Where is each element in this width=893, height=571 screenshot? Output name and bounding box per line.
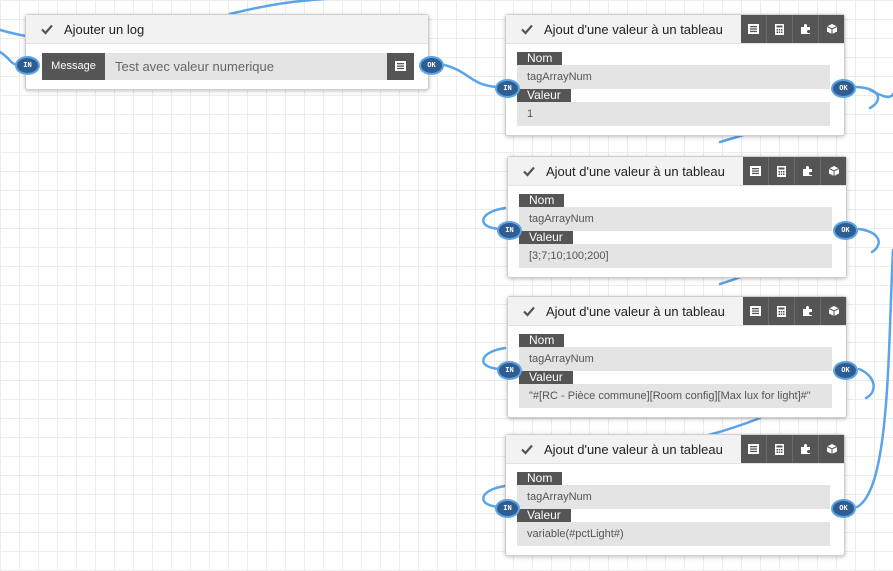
wire-log-to-node1 <box>438 62 500 89</box>
array-node-2-ok-port[interactable]: OK <box>833 221 858 240</box>
list-button[interactable] <box>743 297 768 325</box>
array-node-title: Ajout d'une valeur à un tableau <box>544 21 723 37</box>
list-icon <box>750 306 761 316</box>
value-input[interactable]: [3;7;10;100;200] <box>519 244 832 268</box>
cube-icon <box>826 23 838 35</box>
name-input[interactable]: tagArrayNum <box>519 207 832 231</box>
array-node-1-ok-port[interactable]: OK <box>831 79 856 98</box>
calculator-icon <box>777 305 786 317</box>
list-button[interactable] <box>741 435 766 463</box>
wire-node1-ok <box>854 85 880 110</box>
check-icon[interactable] <box>520 22 534 36</box>
log-node[interactable]: Ajouter un log Message Test avec valeur … <box>25 14 429 90</box>
calculator-icon <box>777 165 786 177</box>
wire-top-incoming <box>228 0 328 16</box>
calculator-button[interactable] <box>766 15 792 43</box>
header-button-group <box>741 15 844 43</box>
box-button[interactable] <box>818 435 844 463</box>
calculator-button[interactable] <box>768 157 794 185</box>
box-button[interactable] <box>818 15 844 43</box>
array-node-title: Ajout d'une valeur à un tableau <box>546 303 725 319</box>
log-in-port[interactable]: IN <box>15 56 40 75</box>
check-icon[interactable] <box>522 164 536 178</box>
message-input[interactable]: Test avec valeur numerique <box>105 53 387 80</box>
puzzle-icon <box>802 165 814 177</box>
array-node-1[interactable]: Ajout d'une valeur à un tableau Nom tagA… <box>505 14 845 136</box>
name-label: Nom <box>517 52 563 65</box>
value-label: Valeur <box>519 231 573 244</box>
value-input[interactable]: 1 <box>517 102 830 126</box>
array-node-2-in-port[interactable]: IN <box>497 221 522 240</box>
name-label: Nom <box>517 472 563 485</box>
wire-node2-ok <box>857 227 880 254</box>
puzzle-icon <box>802 305 814 317</box>
array-node-header: Ajout d'une valeur à un tableau <box>506 435 844 464</box>
header-button-group <box>741 435 844 463</box>
box-button[interactable] <box>820 157 846 185</box>
name-input[interactable]: tagArrayNum <box>517 485 830 509</box>
list-icon <box>395 58 406 76</box>
cube-icon <box>828 165 840 177</box>
list-icon <box>748 444 759 454</box>
puzzle-icon <box>800 23 812 35</box>
array-node-title: Ajout d'une valeur à un tableau <box>546 163 725 179</box>
value-input[interactable]: "#[RC - Pièce commune][Room config][Max … <box>519 384 832 408</box>
wire-node4-ok-up <box>855 248 893 509</box>
cube-icon <box>826 443 838 455</box>
array-node-3-ok-port[interactable]: OK <box>833 361 858 380</box>
name-label: Nom <box>519 194 565 207</box>
box-button[interactable] <box>820 297 846 325</box>
wire-node3-ok <box>857 367 875 400</box>
puzzle-icon <box>800 443 812 455</box>
array-node-header: Ajout d'une valeur à un tableau <box>508 297 846 326</box>
calculator-button[interactable] <box>766 435 792 463</box>
log-node-title: Ajouter un log <box>64 21 145 37</box>
value-input[interactable]: variable(#pctLight#) <box>517 522 830 546</box>
value-label: Valeur <box>519 371 573 384</box>
name-label: Nom <box>519 334 565 347</box>
array-node-4-in-port[interactable]: IN <box>495 499 520 518</box>
wire-right-top <box>868 88 893 99</box>
calculator-icon <box>775 23 784 35</box>
list-button[interactable] <box>741 15 766 43</box>
array-node-4-ok-port[interactable]: OK <box>831 499 856 518</box>
array-node-4[interactable]: Ajout d'une valeur à un tableau Nom tagA… <box>505 434 845 556</box>
value-label: Valeur <box>517 89 571 102</box>
array-node-title: Ajout d'une valeur à un tableau <box>544 441 723 457</box>
array-node-3[interactable]: Ajout d'une valeur à un tableau Nom tagA… <box>507 296 847 418</box>
plugin-button[interactable] <box>792 15 818 43</box>
wire-log-left-top <box>0 28 28 38</box>
plugin-button[interactable] <box>792 435 818 463</box>
header-button-group <box>743 297 846 325</box>
cube-icon <box>828 305 840 317</box>
calculator-icon <box>775 443 784 455</box>
array-node-1-in-port[interactable]: IN <box>495 79 520 98</box>
list-icon <box>750 166 761 176</box>
name-input[interactable]: tagArrayNum <box>519 347 832 371</box>
value-label: Valeur <box>517 509 571 522</box>
check-icon[interactable] <box>522 304 536 318</box>
check-icon[interactable] <box>40 22 54 36</box>
name-input[interactable]: tagArrayNum <box>517 65 830 89</box>
array-node-2[interactable]: Ajout d'une valeur à un tableau Nom tagA… <box>507 156 847 278</box>
plugin-button[interactable] <box>794 297 820 325</box>
list-button[interactable] <box>743 157 768 185</box>
calculator-button[interactable] <box>768 297 794 325</box>
array-node-header: Ajout d'une valeur à un tableau <box>508 157 846 186</box>
list-icon <box>748 24 759 34</box>
header-button-group <box>743 157 846 185</box>
plugin-button[interactable] <box>794 157 820 185</box>
message-list-button[interactable] <box>387 53 414 80</box>
message-label: Message <box>42 53 105 80</box>
array-node-3-in-port[interactable]: IN <box>497 361 522 380</box>
log-ok-port[interactable]: OK <box>419 56 444 75</box>
check-icon[interactable] <box>520 442 534 456</box>
log-node-header: Ajouter un log <box>26 15 428 44</box>
array-node-header: Ajout d'une valeur à un tableau <box>506 15 844 44</box>
